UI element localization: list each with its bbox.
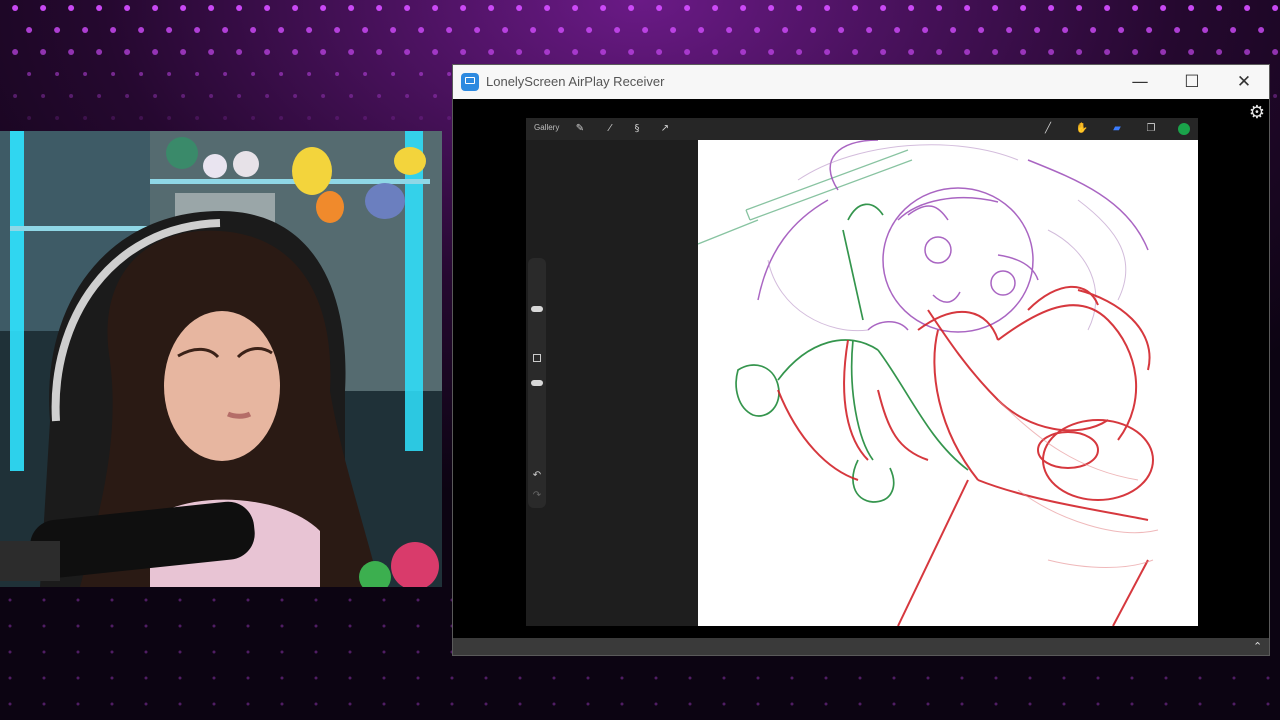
- modify-button[interactable]: [533, 354, 541, 362]
- gear-icon[interactable]: ⚙: [1247, 103, 1267, 123]
- maximize-button[interactable]: ☐: [1169, 65, 1215, 99]
- webcam-feed: [0, 131, 442, 587]
- lonelyscreen-app-icon: [461, 73, 479, 91]
- eraser-icon[interactable]: ▰: [1110, 122, 1124, 136]
- window-scrollbar[interactable]: [453, 638, 1269, 655]
- procreate-toolbar: Gallery ✎ ⁄ § ↗ ╱ ✋ ▰ ❐: [526, 118, 1198, 140]
- title-bar[interactable]: LonelyScreen AirPlay Receiver — ☐ ✕: [453, 65, 1269, 99]
- minimize-button[interactable]: —: [1117, 65, 1163, 99]
- brush-size-slider-handle[interactable]: [531, 306, 543, 312]
- selection-icon[interactable]: §: [630, 122, 644, 136]
- layers-icon[interactable]: ❐: [1144, 122, 1158, 136]
- chevron-up-icon[interactable]: ⌃: [1253, 640, 1262, 653]
- close-button[interactable]: ✕: [1221, 65, 1267, 99]
- procreate-sidebar: ↶ ↷: [528, 258, 546, 508]
- mirrored-procreate-screen: Gallery ✎ ⁄ § ↗ ╱ ✋ ▰ ❐ ↶ ↷: [526, 118, 1198, 626]
- color-picker[interactable]: [1178, 123, 1190, 135]
- gallery-button[interactable]: Gallery: [534, 123, 559, 132]
- redo-icon[interactable]: ↷: [530, 490, 544, 504]
- window-title: LonelyScreen AirPlay Receiver: [486, 74, 665, 89]
- undo-icon[interactable]: ↶: [530, 470, 544, 484]
- smudge-icon[interactable]: ✋: [1075, 122, 1089, 136]
- transform-icon[interactable]: ↗: [658, 122, 672, 136]
- magic-wand-icon[interactable]: ⁄: [603, 122, 617, 136]
- lonelyscreen-window: LonelyScreen AirPlay Receiver — ☐ ✕ ⚙ Ga…: [452, 64, 1270, 656]
- wrench-icon[interactable]: ✎: [573, 122, 587, 136]
- brush-icon[interactable]: ╱: [1041, 122, 1055, 136]
- drawing-canvas[interactable]: [698, 140, 1198, 626]
- opacity-slider-handle[interactable]: [531, 380, 543, 386]
- sketch-artwork: [698, 140, 1159, 626]
